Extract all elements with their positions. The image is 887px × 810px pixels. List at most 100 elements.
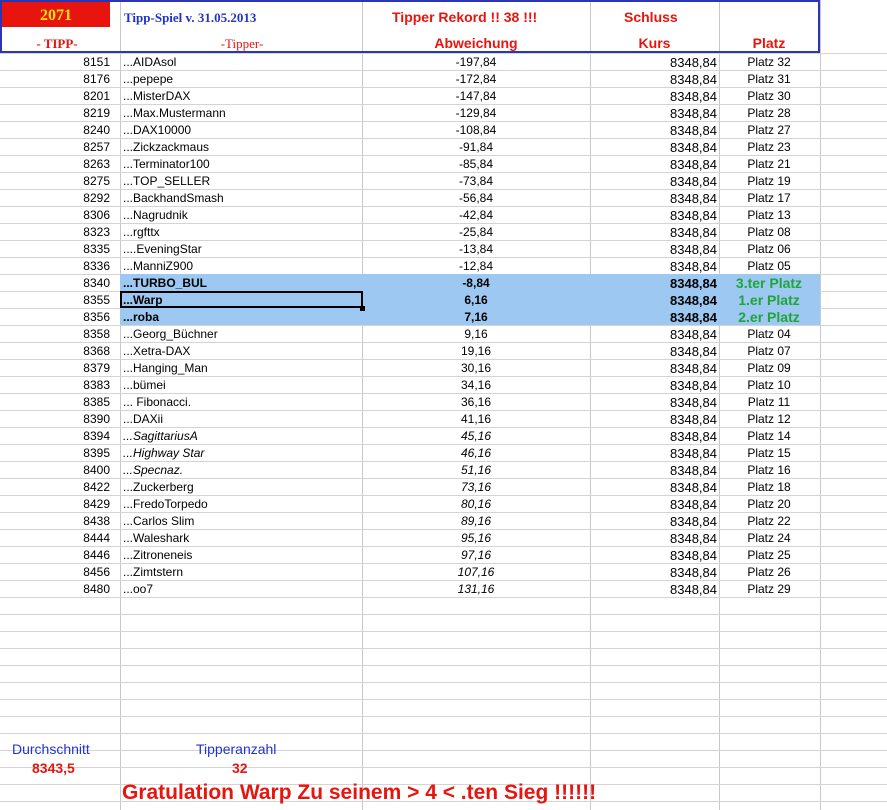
- cell-kurs[interactable]: 8348,84: [590, 394, 717, 411]
- cell-abweichung[interactable]: 6,16: [362, 292, 590, 309]
- cell-abweichung[interactable]: -8,84: [362, 275, 590, 292]
- cell-abweichung[interactable]: 19,16: [362, 343, 590, 360]
- cell-abweichung[interactable]: -73,84: [362, 173, 590, 190]
- cell-tipp[interactable]: 8390: [0, 411, 110, 428]
- cell-abweichung[interactable]: 34,16: [362, 377, 590, 394]
- cell-tipp[interactable]: 8446: [0, 547, 110, 564]
- cell-abweichung[interactable]: -108,84: [362, 122, 590, 139]
- cell-abweichung[interactable]: 46,16: [362, 445, 590, 462]
- cell-tipper[interactable]: ...Zitroneneis: [123, 547, 361, 564]
- cell-abweichung[interactable]: -129,84: [362, 105, 590, 122]
- cell-platz[interactable]: Platz 22: [719, 513, 819, 530]
- cell-abweichung[interactable]: 9,16: [362, 326, 590, 343]
- cell-tipper[interactable]: ...Xetra-DAX: [123, 343, 361, 360]
- cell-abweichung[interactable]: 36,16: [362, 394, 590, 411]
- cell-tipp[interactable]: 8383: [0, 377, 110, 394]
- cell-kurs[interactable]: 8348,84: [590, 530, 717, 547]
- cell-abweichung[interactable]: -25,84: [362, 224, 590, 241]
- cell-tipp[interactable]: 8368: [0, 343, 110, 360]
- cell-tipp[interactable]: 8275: [0, 173, 110, 190]
- cell-tipper[interactable]: ...Specnaz.: [123, 462, 361, 479]
- cell-tipper[interactable]: ...AIDAsol: [123, 54, 361, 71]
- cell-tipper[interactable]: ...DAX10000: [123, 122, 361, 139]
- cell-abweichung[interactable]: 41,16: [362, 411, 590, 428]
- cell-kurs[interactable]: 8348,84: [590, 479, 717, 496]
- cell-tipper[interactable]: ...Terminator100: [123, 156, 361, 173]
- cell-tipper[interactable]: ...bümei: [123, 377, 361, 394]
- cell-kurs[interactable]: 8348,84: [590, 54, 717, 71]
- cell-tipp[interactable]: 8400: [0, 462, 110, 479]
- cell-platz[interactable]: Platz 21: [719, 156, 819, 173]
- cell-tipp[interactable]: 8336: [0, 258, 110, 275]
- cell-kurs[interactable]: 8348,84: [590, 105, 717, 122]
- cell-abweichung[interactable]: -56,84: [362, 190, 590, 207]
- cell-kurs[interactable]: 8348,84: [590, 275, 717, 292]
- cell-platz[interactable]: Platz 19: [719, 173, 819, 190]
- selected-cell[interactable]: [120, 291, 363, 308]
- cell-tipp[interactable]: 8395: [0, 445, 110, 462]
- cell-tipper[interactable]: ...Max.Mustermann: [123, 105, 361, 122]
- cell-tipper[interactable]: ... Fibonacci.: [123, 394, 361, 411]
- cell-tipper[interactable]: ...SagittariusA: [123, 428, 361, 445]
- cell-kurs[interactable]: 8348,84: [590, 564, 717, 581]
- cell-kurs[interactable]: 8348,84: [590, 513, 717, 530]
- cell-tipper[interactable]: ...Waleshark: [123, 530, 361, 547]
- cell-kurs[interactable]: 8348,84: [590, 292, 717, 309]
- cell-tipper[interactable]: ...Carlos Slim: [123, 513, 361, 530]
- cell-tipp[interactable]: 8340: [0, 275, 110, 292]
- cell-platz[interactable]: Platz 20: [719, 496, 819, 513]
- cell-tipp[interactable]: 8385: [0, 394, 110, 411]
- cell-tipp[interactable]: 8219: [0, 105, 110, 122]
- cell-tipp[interactable]: 8356: [0, 309, 110, 326]
- spreadsheet[interactable]: 2071 Tipp-Spiel v. 31.05.2013 Tipper Rek…: [0, 0, 887, 810]
- cell-tipper[interactable]: ...pepepe: [123, 71, 361, 88]
- cell-platz[interactable]: Platz 23: [719, 139, 819, 156]
- cell-abweichung[interactable]: 97,16: [362, 547, 590, 564]
- cell-platz[interactable]: Platz 28: [719, 105, 819, 122]
- cell-abweichung[interactable]: 73,16: [362, 479, 590, 496]
- cell-platz[interactable]: Platz 32: [719, 54, 819, 71]
- cell-platz[interactable]: Platz 14: [719, 428, 819, 445]
- cell-kurs[interactable]: 8348,84: [590, 258, 717, 275]
- cell-abweichung[interactable]: -13,84: [362, 241, 590, 258]
- cell-kurs[interactable]: 8348,84: [590, 343, 717, 360]
- cell-tipp[interactable]: 8257: [0, 139, 110, 156]
- cell-platz[interactable]: 2.er Platz: [719, 309, 819, 326]
- cell-tipper[interactable]: ...MisterDAX: [123, 88, 361, 105]
- cell-abweichung[interactable]: 80,16: [362, 496, 590, 513]
- cell-platz[interactable]: Platz 15: [719, 445, 819, 462]
- cell-abweichung[interactable]: -172,84: [362, 71, 590, 88]
- cell-tipper[interactable]: ...FredoTorpedo: [123, 496, 361, 513]
- cell-tipp[interactable]: 8456: [0, 564, 110, 581]
- cell-tipper[interactable]: ...Georg_Büchner: [123, 326, 361, 343]
- cell-platz[interactable]: Platz 09: [719, 360, 819, 377]
- cell-kurs[interactable]: 8348,84: [590, 496, 717, 513]
- cell-tipper[interactable]: ...Zickzackmaus: [123, 139, 361, 156]
- cell-platz[interactable]: Platz 06: [719, 241, 819, 258]
- cell-abweichung[interactable]: 131,16: [362, 581, 590, 598]
- cell-platz[interactable]: Platz 12: [719, 411, 819, 428]
- cell-platz[interactable]: Platz 18: [719, 479, 819, 496]
- cell-tipp[interactable]: 8151: [0, 54, 110, 71]
- cell-abweichung[interactable]: 30,16: [362, 360, 590, 377]
- cell-abweichung[interactable]: -42,84: [362, 207, 590, 224]
- cell-kurs[interactable]: 8348,84: [590, 173, 717, 190]
- cell-platz[interactable]: 3.ter Platz: [719, 275, 819, 292]
- cell-tipp[interactable]: 8240: [0, 122, 110, 139]
- cell-tipp[interactable]: 8379: [0, 360, 110, 377]
- cell-platz[interactable]: Platz 25: [719, 547, 819, 564]
- cell-tipp[interactable]: 8306: [0, 207, 110, 224]
- cell-platz[interactable]: Platz 29: [719, 581, 819, 598]
- cell-tipper[interactable]: ...Highway Star: [123, 445, 361, 462]
- cell-abweichung[interactable]: 95,16: [362, 530, 590, 547]
- cell-kurs[interactable]: 8348,84: [590, 547, 717, 564]
- cell-tipp[interactable]: 8335: [0, 241, 110, 258]
- cell-platz[interactable]: Platz 11: [719, 394, 819, 411]
- cell-abweichung[interactable]: 107,16: [362, 564, 590, 581]
- cell-tipper[interactable]: ...rgfttx: [123, 224, 361, 241]
- cell-tipper[interactable]: ...Zimtstern: [123, 564, 361, 581]
- cell-abweichung[interactable]: -197,84: [362, 54, 590, 71]
- cell-tipp[interactable]: 8176: [0, 71, 110, 88]
- cell-abweichung[interactable]: 89,16: [362, 513, 590, 530]
- cell-kurs[interactable]: 8348,84: [590, 224, 717, 241]
